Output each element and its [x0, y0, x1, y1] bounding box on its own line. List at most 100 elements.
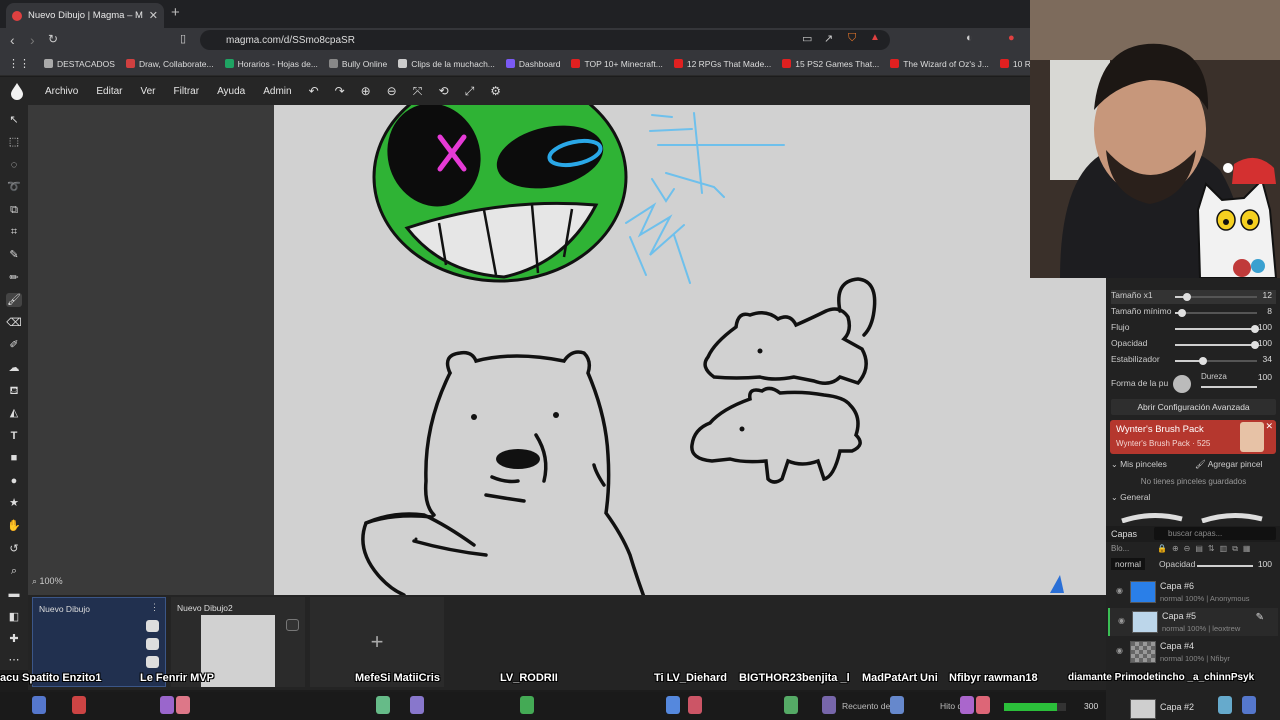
bookmark-item[interactable]: TOP 10+ Minecraft... — [571, 59, 663, 69]
blur-tool-icon[interactable]: ☁ — [6, 361, 22, 375]
ellipse-tool-icon[interactable]: ● — [6, 474, 22, 488]
layer-opacity-slider[interactable] — [1197, 565, 1253, 567]
stabilizer-slider[interactable] — [1175, 357, 1257, 365]
brush-size-row[interactable]: Tamaño x1 12 — [1111, 290, 1276, 304]
brave-shield-icon[interactable]: ⛉ — [848, 32, 856, 45]
fullscreen-icon[interactable]: ⤢ — [457, 84, 483, 99]
my-brushes-row[interactable]: ⌄ Mis pinceles 🖌 Agregar pincel — [1111, 459, 1276, 473]
eyedropper-tool-icon[interactable]: ✎ — [6, 248, 22, 262]
menu-admin[interactable]: Admin — [254, 86, 300, 97]
min-size-row[interactable]: Tamaño mínimo 8 — [1111, 306, 1276, 320]
bookmark-item[interactable]: Clips de la muchach... — [398, 59, 495, 69]
opacity-row[interactable]: Opacidad 100 — [1111, 338, 1276, 352]
bookmark-item[interactable]: Horarios - Hojas de... — [224, 59, 318, 69]
eraser-tool-icon[interactable]: ⌫ — [6, 316, 22, 330]
canvas-viewport[interactable]: ✆ 💬 — [28, 105, 1128, 595]
eye-icon[interactable]: ◉ — [1116, 586, 1123, 595]
zoom-tool-icon[interactable]: ⌕ — [6, 564, 22, 578]
move-tool-icon[interactable]: ↖ — [6, 113, 22, 127]
fill-tool-icon[interactable]: ⛾ — [6, 384, 22, 398]
brush-tool-icon[interactable]: 🖌 — [6, 293, 22, 307]
bookmark-item[interactable]: Dashboard — [505, 59, 560, 69]
add-tool-icon[interactable]: ✚ — [6, 632, 22, 646]
bookmark-item[interactable]: The Wizard of Oz's J... — [890, 59, 989, 69]
pencil-tool-icon[interactable]: ✏ — [6, 271, 22, 285]
blend-mode-select[interactable]: normal — [1111, 558, 1145, 570]
back-icon[interactable]: ‹ — [10, 32, 15, 48]
new-tab-icon[interactable]: + — [171, 4, 180, 21]
share-icon[interactable]: ↗ — [824, 32, 833, 45]
brush-presets[interactable] — [1112, 509, 1272, 524]
lasso-tool-icon[interactable]: ➰ — [6, 180, 22, 194]
extension-icon[interactable]: ◐ — [966, 32, 973, 44]
brush-tip-preview[interactable] — [1173, 375, 1191, 393]
close-tab-icon[interactable]: ✕ — [149, 9, 158, 22]
opacity-slider[interactable] — [1175, 341, 1259, 349]
bookmark-icon[interactable]: ▯ — [180, 32, 186, 45]
menu-ver[interactable]: Ver — [131, 86, 164, 97]
eye-icon[interactable]: ◉ — [1116, 646, 1123, 655]
rewards-icon[interactable]: ▲ — [870, 32, 880, 43]
magma-logo-icon[interactable] — [4, 78, 30, 104]
zoom-in-icon[interactable]: ⊕ — [353, 84, 379, 98]
apps-icon[interactable]: ⋮⋮ — [8, 57, 30, 70]
star-tool-icon[interactable]: ★ — [6, 496, 22, 510]
layer-row[interactable]: ◉ Capa #4 normal 100% | Nfibyr — [1108, 638, 1278, 666]
settings-icon[interactable]: ⚙ — [483, 84, 509, 98]
rotate-view-tool-icon[interactable]: ↺ — [6, 542, 22, 556]
bookmark-item[interactable]: Draw, Collaborate... — [125, 59, 214, 69]
menu-editar[interactable]: Editar — [87, 86, 131, 97]
text-tool-icon[interactable]: T — [6, 429, 22, 443]
advanced-settings-button[interactable]: Abrir Configuración Avanzada — [1111, 399, 1276, 415]
reload-icon[interactable]: ↻ — [48, 32, 58, 46]
flow-slider[interactable] — [1175, 325, 1259, 333]
layer-row[interactable]: ◉ Capa #5 normal 100% | leoxtrew ✎ — [1108, 608, 1278, 636]
layer-search-input[interactable]: buscar capas... — [1154, 527, 1276, 540]
forward-icon[interactable]: › — [30, 32, 35, 48]
general-brushes-row[interactable]: ⌄ General — [1111, 492, 1276, 506]
drawing-canvas[interactable] — [274, 105, 1106, 595]
zoom-out-icon[interactable]: ⊖ — [379, 84, 405, 98]
profile-icon[interactable]: ● — [1008, 32, 1015, 44]
stabilizer-row[interactable]: Estabilizador 34 — [1111, 354, 1276, 368]
menu-filtrar[interactable]: Filtrar — [165, 86, 209, 97]
rectangle-tool-icon[interactable]: ■ — [6, 451, 22, 465]
chat-tool-icon[interactable]: ▬ — [6, 587, 22, 601]
layer-row[interactable]: ◉ Capa #6 normal 100% | Anonymous — [1108, 578, 1278, 606]
eye-icon[interactable]: ◉ — [1118, 616, 1125, 625]
select-rect-tool-icon[interactable]: ⬚ — [6, 135, 22, 149]
flow-row[interactable]: Flujo 100 — [1111, 322, 1276, 336]
bookmark-item[interactable]: 12 RPGs That Made... — [673, 59, 771, 69]
add-brush-button[interactable]: 🖌 Agregar pincel — [1195, 459, 1263, 470]
bookmark-item[interactable]: DESTACADOS — [44, 59, 115, 69]
camera-tool-icon[interactable]: ◧ — [6, 610, 22, 624]
menu-ayuda[interactable]: Ayuda — [208, 86, 254, 97]
brush-pack-banner[interactable]: Wynter's Brush Pack Wynter's Brush Pack … — [1110, 420, 1276, 454]
bookmark-item[interactable]: Bully Online — [328, 59, 387, 69]
smudge-tool-icon[interactable]: ✐ — [6, 338, 22, 352]
redo-icon[interactable]: ↷ — [327, 84, 353, 98]
min-size-slider[interactable] — [1175, 309, 1257, 317]
hand-tool-icon[interactable]: ✋ — [6, 519, 22, 533]
url-field[interactable]: magma.com/d/SSmo8cpaSR — [200, 30, 890, 50]
more-icon[interactable]: ⋯ — [6, 653, 22, 667]
rotate-icon[interactable]: ⟲ — [431, 84, 457, 98]
brush-size-slider[interactable] — [1175, 293, 1257, 301]
doc-menu-icon[interactable]: ⋮ — [150, 602, 159, 613]
menu-archivo[interactable]: Archivo — [36, 86, 87, 97]
brush-shape-row[interactable]: Forma de la pu Dureza 100 — [1111, 372, 1276, 394]
screen-icon[interactable]: ▭ — [802, 32, 812, 45]
transform-tool-icon[interactable]: ⧉ — [6, 203, 22, 217]
zoom-indicator[interactable]: ⌕ 100% — [32, 576, 63, 587]
layer-action-icons[interactable]: 🔒⊕⊖▤⇅▥⧉▦ — [1157, 544, 1255, 554]
select-ellipse-tool-icon[interactable]: ◌ — [6, 158, 22, 172]
gradient-tool-icon[interactable]: ◭ — [6, 406, 22, 420]
close-banner-icon[interactable]: ✕ — [1265, 421, 1273, 432]
fit-icon[interactable]: ⤧ — [405, 84, 431, 99]
browser-tab[interactable]: Nuevo Dibujo | Magma – Multip ✕ — [6, 3, 164, 28]
crop-tool-icon[interactable]: ⌗ — [6, 225, 22, 239]
hardness-slider[interactable] — [1201, 386, 1257, 388]
undo-icon[interactable]: ↶ — [301, 84, 327, 98]
layer-blend-row[interactable]: normal Opacidad 100 — [1111, 558, 1276, 573]
bookmark-item[interactable]: 15 PS2 Games That... — [782, 59, 879, 69]
